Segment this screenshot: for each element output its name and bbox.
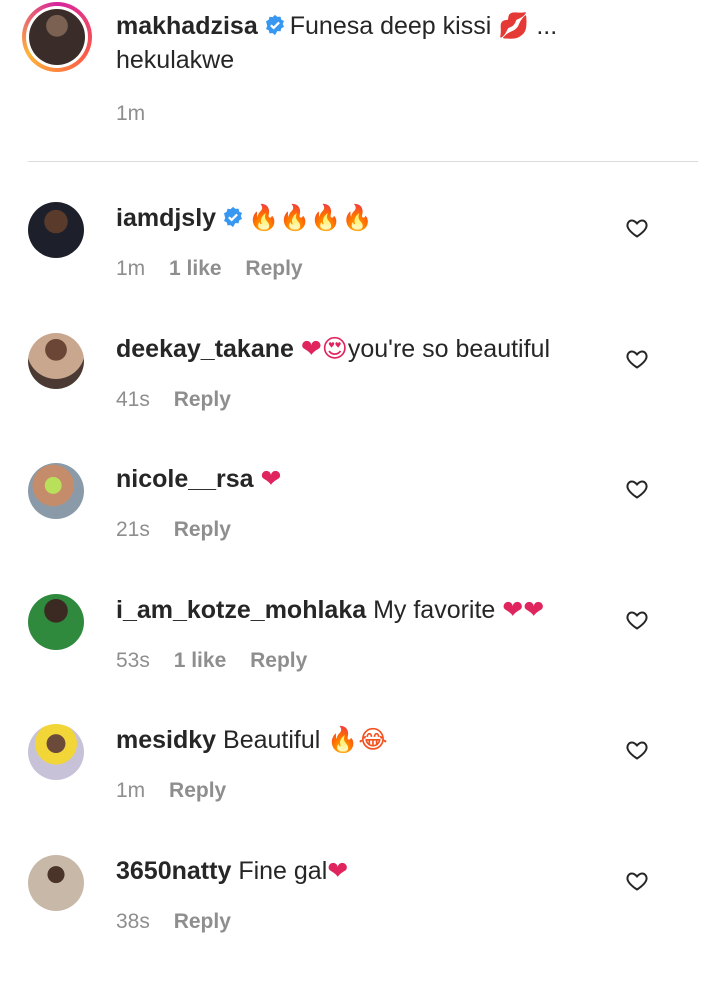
hearts-emoji: ❤❤	[502, 595, 545, 624]
reply-button[interactable]: Reply	[250, 649, 307, 672]
comment-text: you're so beautiful	[347, 335, 550, 363]
comment-meta: 1m 1 like Reply	[116, 257, 321, 281]
avatar[interactable]	[28, 594, 84, 650]
reply-button[interactable]: Reply	[169, 779, 226, 802]
comment-body: 3650natty Fine gal❤	[116, 855, 348, 887]
comment-item: i_am_kotze_mohlaka My favorite ❤❤ 53s 1 …	[0, 594, 720, 724]
comment-item: iamdjsly 🔥🔥🔥🔥 1m 1 like Reply	[0, 202, 720, 332]
comment-username[interactable]: mesidky	[116, 726, 216, 754]
avatar[interactable]	[28, 463, 84, 519]
fire-laugh-emoji: 🔥😂	[327, 725, 388, 754]
heart-outline-icon[interactable]	[625, 738, 649, 762]
post-caption: makhadzisa Funesa deep kissi 💋 ... hekula…	[0, 0, 720, 150]
comment-text: Beautiful	[223, 726, 321, 754]
comment-likes[interactable]: 1 like	[174, 649, 227, 672]
reply-button[interactable]: Reply	[174, 910, 231, 933]
comment-time: 41s	[116, 388, 150, 411]
verified-badge-icon	[224, 206, 243, 228]
caption-time: 1m	[116, 102, 146, 125]
comment-username[interactable]: i_am_kotze_mohlaka	[116, 596, 366, 624]
comment-time: 38s	[116, 910, 150, 933]
heart-outline-icon[interactable]	[625, 347, 649, 371]
avatar[interactable]	[28, 202, 84, 258]
caption-line: makhadzisa Funesa deep kissi 💋 ...	[116, 10, 557, 42]
comment-meta: 53s 1 like Reply	[116, 649, 325, 673]
heart-emoji: ❤	[327, 856, 349, 885]
comment-item: deekay_takane ❤😍you're so beautiful 41s …	[0, 333, 720, 463]
comment-meta: 21s Reply	[116, 518, 249, 542]
avatar[interactable]	[29, 9, 85, 65]
comment-item: nicole__rsa ❤ 21s Reply	[0, 463, 720, 593]
reply-button[interactable]: Reply	[174, 518, 231, 541]
comment-meta: 38s Reply	[116, 910, 249, 934]
avatar[interactable]	[28, 855, 84, 911]
avatar[interactable]	[28, 333, 84, 389]
caption-more[interactable]: ...	[536, 12, 557, 40]
comment-time: 53s	[116, 649, 150, 672]
comment-time: 1m	[116, 257, 146, 280]
verified-badge-icon	[265, 14, 284, 36]
heart-face-emoji: ❤😍	[300, 334, 348, 363]
comment-body: i_am_kotze_mohlaka My favorite ❤❤	[116, 594, 544, 626]
heart-outline-icon[interactable]	[625, 608, 649, 632]
comment-username[interactable]: deekay_takane	[116, 335, 294, 363]
comment-text: My favorite	[373, 596, 496, 624]
comment-body: deekay_takane ❤😍you're so beautiful	[116, 333, 550, 365]
heart-outline-icon[interactable]	[625, 216, 649, 240]
caption-username[interactable]: makhadzisa	[116, 12, 258, 40]
comment-item: 3650natty Fine gal❤ 38s Reply	[0, 855, 720, 985]
heart-emoji: ❤	[260, 464, 282, 493]
comment-username[interactable]: iamdjsly	[116, 204, 216, 232]
caption-line-2: hekulakwe	[116, 46, 235, 74]
heart-outline-icon[interactable]	[625, 869, 649, 893]
caption-text: Funesa deep kissi	[289, 12, 492, 40]
reply-button[interactable]: Reply	[245, 257, 302, 280]
comment-time: 1m	[116, 779, 146, 802]
avatar[interactable]	[28, 724, 84, 780]
comment-text: Fine gal	[238, 857, 328, 885]
heart-outline-icon[interactable]	[625, 477, 649, 501]
comment-username[interactable]: 3650natty	[116, 857, 231, 885]
comment-body: nicole__rsa ❤	[116, 463, 282, 495]
comment-username[interactable]: nicole__rsa	[116, 465, 254, 493]
fire-emoji: 🔥🔥🔥🔥	[248, 203, 373, 232]
comment-likes[interactable]: 1 like	[169, 257, 222, 280]
comment-time: 21s	[116, 518, 150, 541]
comment-body: iamdjsly 🔥🔥🔥🔥	[116, 202, 373, 234]
kiss-emoji: 💋	[498, 11, 530, 40]
divider	[28, 161, 698, 162]
comment-meta: 41s Reply	[116, 388, 249, 412]
comment-meta: 1m Reply	[116, 779, 244, 803]
reply-button[interactable]: Reply	[174, 388, 231, 411]
comment-item: mesidky Beautiful 🔥😂 1m Reply	[0, 724, 720, 854]
comment-body: mesidky Beautiful 🔥😂	[116, 724, 388, 756]
